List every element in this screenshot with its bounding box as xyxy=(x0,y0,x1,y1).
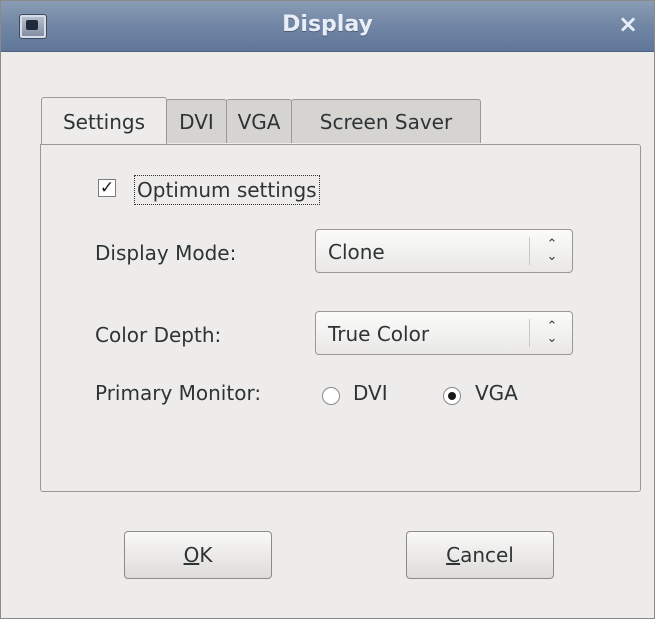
optimum-settings-checkbox[interactable]: ✓ xyxy=(98,179,116,197)
ok-mnemonic: O xyxy=(183,543,200,567)
radio-vga-label[interactable]: VGA xyxy=(475,381,518,405)
display-mode-value: Clone xyxy=(328,240,385,264)
ok-button[interactable]: OK xyxy=(124,531,272,579)
color-depth-label: Color Depth: xyxy=(95,323,222,347)
close-icon[interactable]: × xyxy=(614,10,642,38)
display-dialog: Display × Settings DVI VGA Screen Saver … xyxy=(0,0,655,619)
updown-chevron-icon: ⌃ ⌄ xyxy=(546,319,558,346)
radio-vga[interactable] xyxy=(443,387,461,405)
combo-separator xyxy=(529,237,530,265)
cancel-button[interactable]: Cancel xyxy=(406,531,554,579)
window-title: Display xyxy=(282,12,373,37)
cancel-mnemonic: C xyxy=(446,543,461,567)
tab-vga[interactable]: VGA xyxy=(226,99,292,143)
optimum-settings-label[interactable]: Optimum settings xyxy=(134,175,320,205)
combo-separator xyxy=(529,319,530,347)
updown-chevron-icon: ⌃ ⌄ xyxy=(546,237,558,264)
tab-settings[interactable]: Settings xyxy=(41,97,167,144)
color-depth-select[interactable]: True Color ⌃ ⌄ xyxy=(315,311,573,355)
color-depth-value: True Color xyxy=(328,322,430,346)
radio-dvi[interactable] xyxy=(322,387,340,405)
ok-label-rest: K xyxy=(199,543,213,567)
primary-monitor-label: Primary Monitor: xyxy=(95,381,262,405)
tab-dvi[interactable]: DVI xyxy=(166,99,227,143)
cancel-label-rest: ancel xyxy=(460,543,514,567)
title-bar[interactable]: Display × xyxy=(1,1,654,52)
tab-screen-saver[interactable]: Screen Saver xyxy=(291,99,481,143)
display-mode-select[interactable]: Clone ⌃ ⌄ xyxy=(315,229,573,273)
radio-dvi-label[interactable]: DVI xyxy=(353,381,388,405)
display-mode-label: Display Mode: xyxy=(95,241,237,265)
